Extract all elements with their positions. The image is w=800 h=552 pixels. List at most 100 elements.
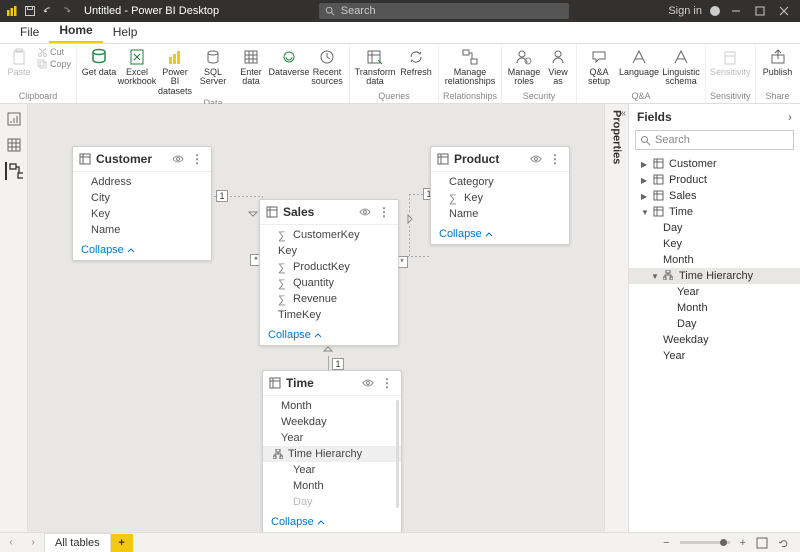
field-item[interactable]: Category [431, 174, 569, 190]
field-item[interactable]: Address [73, 174, 211, 190]
field-item[interactable]: TimeKey [260, 307, 398, 323]
refresh-button[interactable]: Refresh [398, 46, 434, 79]
field-item[interactable]: Year [263, 462, 401, 478]
field-item[interactable]: ∑Quantity [260, 275, 398, 291]
table-customer[interactable]: Customer⋮ Address City Key Name Collapse [72, 146, 212, 261]
sql-server-button[interactable]: SQL Server [195, 46, 231, 89]
save-icon[interactable] [24, 5, 36, 17]
field-item[interactable]: City [73, 190, 211, 206]
maximize-button[interactable] [752, 3, 768, 19]
qa-setup-button[interactable]: Q&A setup [581, 46, 617, 89]
more-icon[interactable]: ⋮ [376, 205, 392, 219]
search-icon [640, 135, 651, 146]
more-icon[interactable]: ⋮ [379, 376, 395, 390]
minimize-button[interactable] [728, 3, 744, 19]
dataverse-button[interactable]: Dataverse [271, 46, 307, 79]
field-item[interactable]: Day [263, 494, 401, 510]
field-item[interactable]: ∑CustomerKey [260, 227, 398, 243]
excel-button[interactable]: Excel workbook [119, 46, 155, 89]
collapse-link[interactable]: Collapse [260, 325, 398, 345]
zoom-in[interactable]: + [740, 537, 746, 549]
tree-table[interactable]: ▶Product [629, 172, 800, 188]
table-sales[interactable]: Sales⋮ ∑CustomerKey Key ∑ProductKey ∑Qua… [259, 199, 399, 346]
table-time[interactable]: Time⋮ Month Weekday Year Time Hierarchy … [262, 370, 402, 532]
field-item[interactable]: ∑Key [431, 190, 569, 206]
manage-roles-button[interactable]: Manage roles [506, 46, 542, 89]
roles-icon [515, 48, 533, 66]
reset-icon[interactable] [778, 537, 790, 549]
collapse-link[interactable]: Collapse [73, 240, 211, 260]
tree-field[interactable]: Day [629, 220, 800, 236]
tab-home[interactable]: Home [49, 20, 102, 43]
visibility-icon[interactable] [359, 206, 371, 218]
tab-all-tables[interactable]: All tables [44, 533, 111, 552]
pbi-datasets-button[interactable]: Power BI datasets [157, 46, 193, 98]
visibility-icon[interactable] [362, 377, 374, 389]
undo-icon[interactable] [42, 5, 54, 17]
signin-link[interactable]: Sign in [668, 5, 702, 17]
tree-table[interactable]: ▶Customer [629, 156, 800, 172]
publish-button[interactable]: Publish [760, 46, 796, 79]
more-icon[interactable]: ⋮ [547, 152, 563, 166]
ling-schema-button[interactable]: Linguistic schema [661, 46, 701, 89]
manage-rel-button[interactable]: Manage relationships [445, 46, 495, 89]
field-item[interactable]: Key [73, 206, 211, 222]
chevron-up-icon [314, 331, 322, 339]
view-as-button[interactable]: View as [544, 46, 572, 89]
visibility-icon[interactable] [530, 153, 542, 165]
redo-icon[interactable] [60, 5, 72, 17]
tree-field[interactable]: Day [629, 316, 800, 332]
prev-tab[interactable]: ‹ [0, 537, 22, 548]
field-item[interactable]: Month [263, 478, 401, 494]
zoom-out[interactable]: − [663, 537, 669, 549]
tree-field[interactable]: Year [629, 284, 800, 300]
chevron-right-icon[interactable]: › [788, 110, 792, 124]
collapse-link[interactable]: Collapse [263, 512, 401, 532]
table-product[interactable]: Product⋮ Category ∑Key Name Collapse [430, 146, 570, 245]
zoom-slider[interactable] [680, 541, 730, 544]
tab-file[interactable]: File [10, 22, 49, 43]
tab-help[interactable]: Help [103, 22, 148, 43]
field-hierarchy[interactable]: Time Hierarchy [263, 446, 401, 462]
enter-data-button[interactable]: Enter data [233, 46, 269, 89]
tree-field[interactable]: Month [629, 300, 800, 316]
fit-screen-icon[interactable] [756, 537, 768, 549]
field-item[interactable]: Name [73, 222, 211, 238]
field-item[interactable]: Name [431, 206, 569, 222]
field-item[interactable]: ∑Revenue [260, 291, 398, 307]
collapse-link[interactable]: Collapse [431, 224, 569, 244]
scrollbar[interactable] [396, 400, 399, 508]
data-view-icon[interactable] [5, 136, 23, 154]
table-icon [653, 174, 665, 186]
get-data-button[interactable]: Get data [81, 46, 117, 79]
field-item[interactable]: ∑ProductKey [260, 259, 398, 275]
report-view-icon[interactable] [5, 110, 23, 128]
tree-table[interactable]: ▶Sales [629, 188, 800, 204]
next-tab[interactable]: › [22, 537, 44, 548]
field-item[interactable]: Year [263, 430, 401, 446]
tree-field[interactable]: Weekday [629, 332, 800, 348]
table-icon [653, 190, 665, 202]
tree-field[interactable]: Key [629, 236, 800, 252]
properties-collapsed[interactable]: « Properties [604, 104, 628, 532]
model-canvas[interactable]: 1 * 1 * * 1 Customer⋮ Address City Key N… [28, 104, 604, 532]
tree-table[interactable]: ▼Time [629, 204, 800, 220]
fields-search[interactable]: Search [635, 130, 794, 150]
tree-hierarchy[interactable]: ▼Time Hierarchy [629, 268, 800, 284]
tree-field[interactable]: Year [629, 348, 800, 364]
recent-sources-button[interactable]: Recent sources [309, 46, 345, 89]
more-icon[interactable]: ⋮ [189, 152, 205, 166]
field-item[interactable]: Weekday [263, 414, 401, 430]
field-item[interactable]: Key [260, 243, 398, 259]
field-item[interactable]: Month [263, 398, 401, 414]
avatar[interactable] [710, 6, 720, 16]
visibility-icon[interactable] [172, 153, 184, 165]
language-button[interactable]: Language [619, 46, 659, 79]
search-box[interactable]: Search [319, 3, 569, 19]
model-view-icon[interactable] [5, 162, 23, 180]
transform-button[interactable]: Transform data [354, 46, 396, 89]
add-tab-button[interactable]: + [111, 534, 133, 552]
ribbon-label-clipboard: Clipboard [19, 91, 58, 103]
close-button[interactable] [776, 3, 792, 19]
tree-field[interactable]: Month [629, 252, 800, 268]
